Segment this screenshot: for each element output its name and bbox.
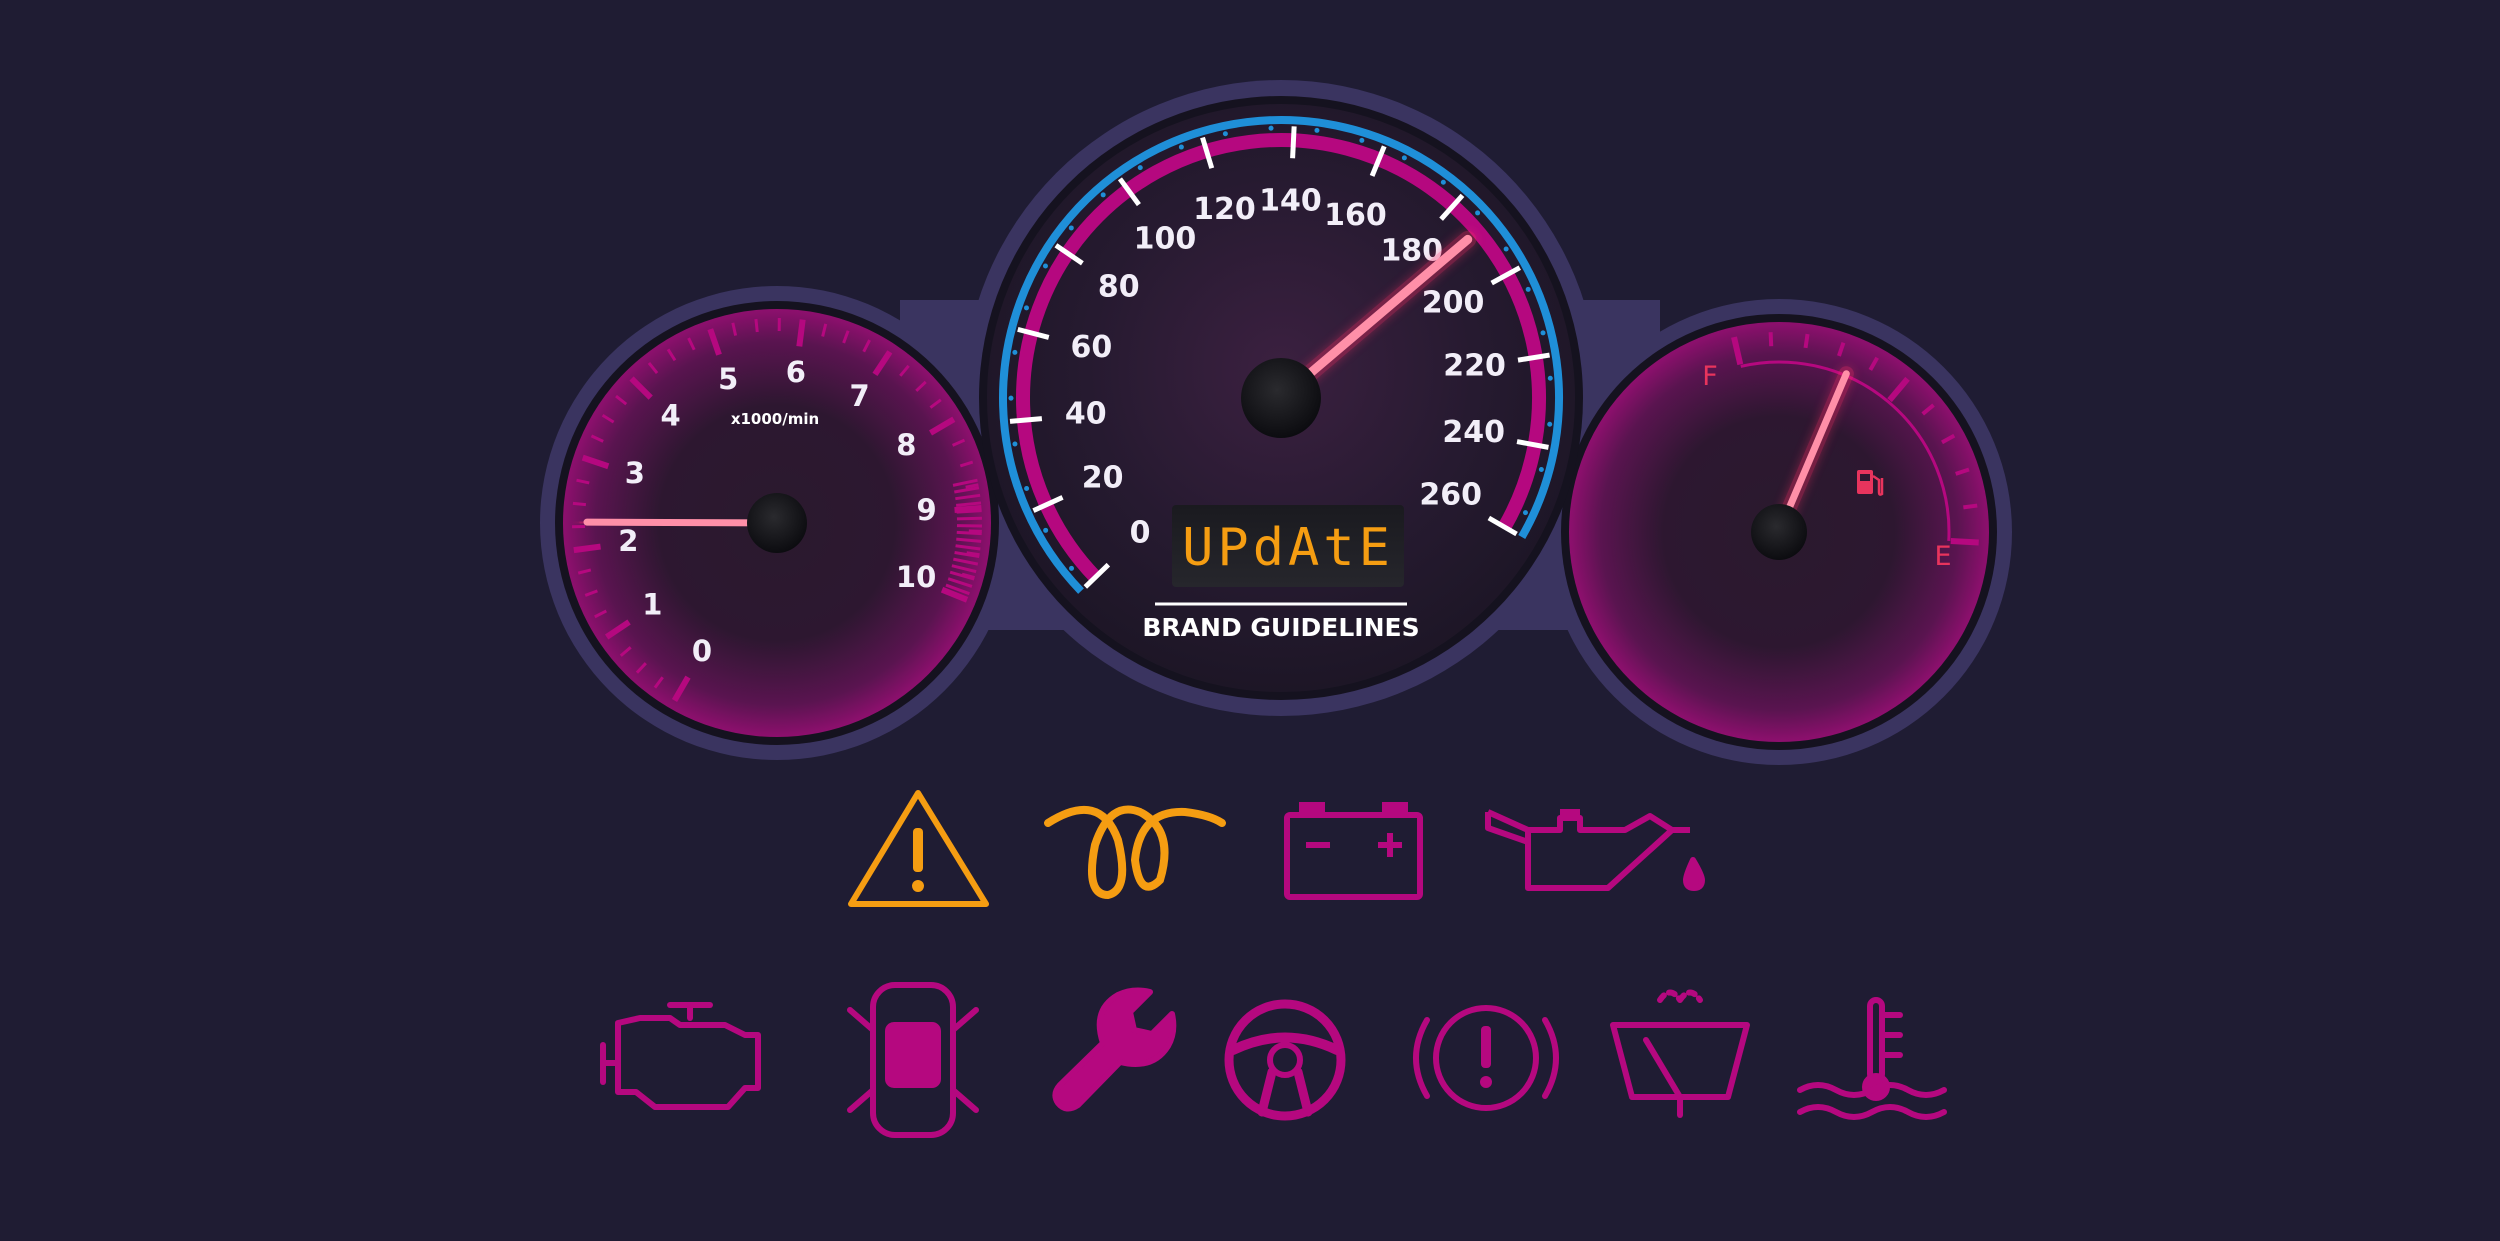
fuel-gauge-hub (1751, 504, 1807, 560)
tachometer-tick-label: 0 (692, 634, 712, 668)
brake-warning-icon (1413, 1005, 1559, 1111)
tachometer: x1000/min 012345 678910 (563, 309, 991, 737)
brand-text: BRAND GUIDELINES (1142, 613, 1419, 642)
tachometer-tick-label: 6 (786, 355, 806, 389)
windshield-washer-icon (1610, 989, 1750, 1118)
door-open-icon (847, 982, 979, 1138)
service-wrench-icon (1052, 987, 1177, 1112)
speedometer-tick-label: 200 (1422, 286, 1485, 321)
coolant-temperature-icon (1797, 997, 1947, 1120)
fuel-gauge: F E (1569, 322, 1989, 742)
speedometer-hub (1241, 358, 1321, 438)
oil-pressure-icon (1485, 809, 1705, 891)
tachometer-tick-label: 1 (642, 587, 662, 621)
fuel-full-label: F (1702, 361, 1718, 392)
dashboard-cluster: x1000/min 012345 678910 F E 0204060801001… (540, 80, 2012, 1138)
tachometer-tick-label: 5 (718, 362, 738, 396)
speedometer-tick-label: 160 (1324, 198, 1387, 233)
tachometer-unit-label: x1000/min (731, 410, 819, 428)
lcd-display-text: UPdAtE (1182, 518, 1394, 578)
tachometer-tick-label: 10 (896, 560, 936, 594)
steering-wheel-icon (1224, 999, 1346, 1121)
speedometer-tick-label: 120 (1193, 192, 1256, 227)
tachometer-hub (747, 493, 807, 553)
glow-plug-icon (1044, 805, 1226, 900)
warning-lights-row-1 (848, 790, 1705, 907)
speedometer-tick-label: 20 (1082, 461, 1124, 496)
hazard-warning-icon (848, 790, 989, 907)
speedometer-tick-label: 240 (1442, 415, 1505, 450)
speedometer-tick-label: 40 (1065, 396, 1107, 431)
speedometer-tick-label: 260 (1419, 478, 1482, 513)
battery-icon (1284, 802, 1423, 900)
warning-lights-row-2 (600, 982, 1947, 1138)
speedometer-tick-label: 80 (1098, 269, 1140, 304)
speedometer-tick-label: 60 (1070, 330, 1112, 365)
tachometer-tick-label: 3 (625, 456, 645, 490)
speedometer-tick-label: 220 (1443, 349, 1506, 384)
speedometer: 020406080100120 140 160180200220240260 UPd… (987, 104, 1575, 692)
tachometer-tick-label: 4 (660, 398, 680, 432)
speedometer-tick-label: 100 (1134, 222, 1197, 257)
tachometer-tick-label: 7 (849, 379, 869, 413)
speedometer-tick-label: 0 (1130, 516, 1151, 551)
tachometer-tick-label: 8 (896, 428, 916, 462)
tachometer-tick-label: 9 (917, 493, 937, 527)
fuel-empty-label: E (1934, 541, 1951, 572)
check-engine-icon (600, 1002, 761, 1110)
speedometer-tick-label: 140 (1259, 184, 1322, 219)
